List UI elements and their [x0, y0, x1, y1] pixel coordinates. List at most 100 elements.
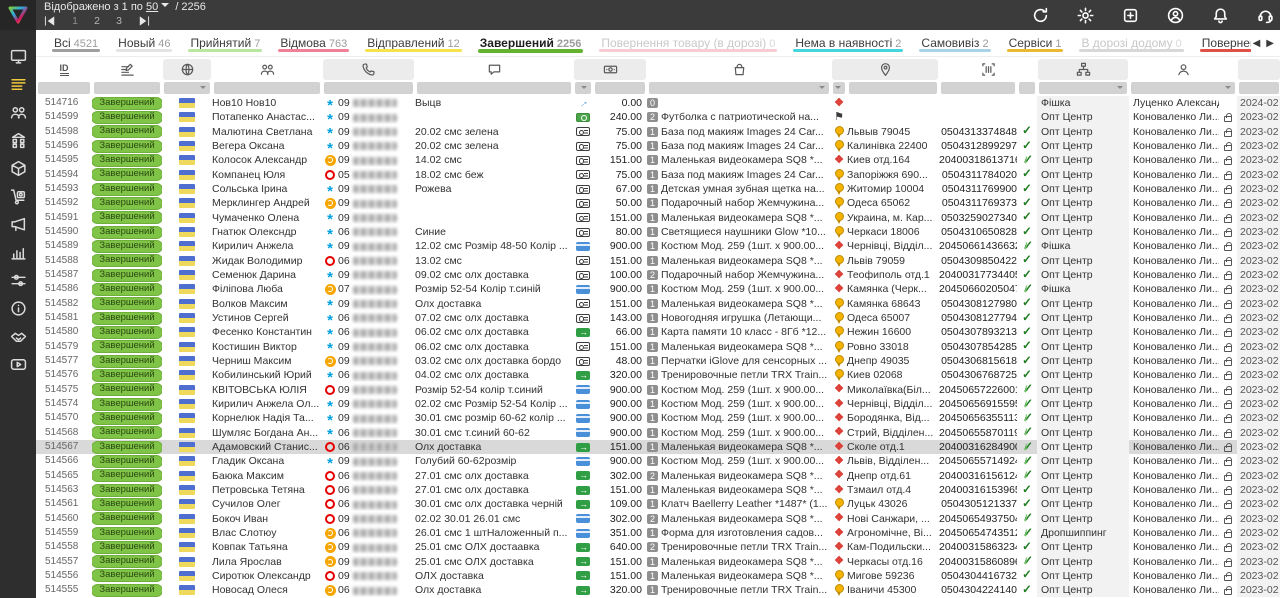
products-bag-icon[interactable] — [648, 59, 830, 80]
id-icon[interactable]: ID — [37, 59, 91, 80]
phone-icon[interactable] — [323, 59, 414, 80]
page-number-1[interactable]: 1 — [71, 15, 79, 27]
filter-amount-input[interactable] — [595, 82, 645, 94]
monitor-icon[interactable] — [0, 42, 36, 70]
last-page-icon[interactable] — [137, 16, 150, 26]
table-row[interactable]: 514589 Завершений Кирилич Анжела * 09 12… — [36, 239, 1280, 253]
stats-chart-icon[interactable] — [0, 238, 36, 266]
location-pin-icon[interactable] — [832, 59, 938, 80]
filter-id-input[interactable] — [38, 82, 90, 94]
refresh-icon[interactable] — [1032, 7, 1049, 24]
filter-phone-input[interactable] — [324, 82, 413, 94]
table-row[interactable]: 514593 Завершений Сольська Ірина * 09 Ро… — [36, 182, 1280, 196]
per-page-select[interactable]: 50 — [146, 1, 172, 13]
video-tutorials-icon[interactable] — [0, 350, 36, 378]
table-row[interactable]: 514586 Завершений Філіпова Люба 07 Розмі… — [36, 282, 1280, 296]
settings-sliders-icon[interactable] — [0, 266, 36, 294]
table-row[interactable]: 514565 Завершений Баюка Максим 06 27.01 … — [36, 469, 1280, 483]
partners-handshake-icon[interactable] — [0, 322, 36, 350]
table-row[interactable]: 514566 Завершений Гладик Оксана * 09 Гол… — [36, 454, 1280, 468]
bell-icon[interactable] — [1212, 7, 1229, 24]
table-row[interactable]: 514559 Завершений Влас Слотюу 06 26.01 с… — [36, 526, 1280, 540]
table-row[interactable]: 514558 Завершений Ковпак Татьяна 09 25.0… — [36, 540, 1280, 554]
filter-manager-select[interactable] — [1131, 82, 1235, 94]
page-number-3[interactable]: 3 — [115, 15, 123, 27]
status-tab[interactable]: Всі4521 — [44, 30, 108, 56]
status-tab[interactable]: Повернення (завершений)125 — [1192, 30, 1251, 56]
table-row[interactable]: 514568 Завершений Шумляс Богдана Ан... *… — [36, 426, 1280, 440]
table-row[interactable]: 514595 Завершений Колосок Александр 09 1… — [36, 153, 1280, 167]
table-row[interactable]: 514555 Завершений Новосад Олеся 06 Олх д… — [36, 583, 1280, 597]
table-row[interactable]: 514563 Завершений Петровська Тетяна 06 2… — [36, 483, 1280, 497]
table-row[interactable]: 514579 Завершений Костишин Виктор * 09 0… — [36, 340, 1280, 354]
filter-name-input[interactable] — [214, 82, 320, 94]
app-logo[interactable] — [0, 0, 36, 30]
tabs-scroll-right-icon[interactable]: ▶ — [1266, 38, 1274, 49]
filter-funnel-select[interactable] — [1039, 82, 1127, 94]
table-row[interactable]: 514576 Завершений Кобилинський Юрий * 06… — [36, 368, 1280, 382]
info-icon[interactable] — [0, 294, 36, 322]
products-box-icon[interactable] — [0, 154, 36, 182]
table-row[interactable]: 514596 Завершений Вегера Оксана * 09 20.… — [36, 139, 1280, 153]
customers-icon[interactable] — [213, 59, 321, 80]
filter-status-input[interactable] — [94, 82, 160, 94]
filter-payment-select[interactable] — [575, 82, 591, 94]
table-row[interactable]: 514561 Завершений Сучилов Олег 06 30.01 … — [36, 497, 1280, 511]
funnel-sitemap-icon[interactable] — [1038, 59, 1128, 80]
table-row[interactable]: 514577 Завершений Черниш Максим 09 03.02… — [36, 354, 1280, 368]
support-headset-icon[interactable] — [1257, 7, 1274, 24]
status-tab[interactable]: Повернення товару (в дорозі)0 — [591, 30, 785, 56]
add-square-icon[interactable] — [1122, 7, 1139, 24]
filter-globe-select[interactable] — [164, 82, 210, 94]
status-tab[interactable]: В дорозі додому0 — [1071, 30, 1191, 56]
table-row[interactable]: 514716 Завершений Нов10 Нов10 * 09 Выцв … — [36, 96, 1280, 110]
status-tab[interactable]: Самовивіз2 — [911, 30, 998, 56]
filter-carrier-select[interactable] — [833, 82, 845, 94]
status-tab[interactable]: Відмова763 — [270, 30, 357, 56]
table-row[interactable]: 514574 Завершений Кирилич Анжела Ол... *… — [36, 397, 1280, 411]
status-tab[interactable]: Завершений2256 — [470, 30, 592, 56]
filter-comment-input[interactable] — [417, 82, 571, 94]
table-row[interactable]: 514591 Завершений Чумаченко Олена * 09 1… — [36, 211, 1280, 225]
company-structure-icon[interactable] — [0, 126, 36, 154]
status-tab[interactable]: Новый46 — [108, 30, 180, 56]
page-number-2[interactable]: 2 — [93, 15, 101, 27]
status-tab[interactable]: Прийнятий7 — [180, 30, 270, 56]
tabs-scroll-left-icon[interactable]: ◀ — [1253, 38, 1261, 49]
table-row[interactable]: 514582 Завершений Волков Максим * 09 Олх… — [36, 297, 1280, 311]
table-row[interactable]: 514575 Завершений КВІТОВСЬКА ЮЛІЯ 09 Роз… — [36, 383, 1280, 397]
payment-icon[interactable] — [574, 59, 646, 80]
filter-location-input[interactable] — [849, 82, 937, 94]
manager-person-icon[interactable] — [1130, 59, 1236, 80]
table-row[interactable]: 514570 Завершений Корнелюк Надія Та... *… — [36, 411, 1280, 425]
table-row[interactable]: 514560 Завершений Бокоч Иван 09 02.02 30… — [36, 512, 1280, 526]
filter-product-select[interactable] — [649, 82, 829, 94]
user-avatar-icon[interactable] — [1167, 7, 1184, 24]
status-tab[interactable]: Нема в наявності2 — [785, 30, 911, 56]
date-icon[interactable] — [1238, 59, 1280, 80]
filter-check-input[interactable] — [1019, 82, 1035, 94]
table-row[interactable]: 514580 Завершений Фесенко Константин * 0… — [36, 325, 1280, 339]
status-tab[interactable]: Сервіси1 — [999, 30, 1072, 56]
tracking-barcode-icon[interactable] — [940, 59, 1036, 80]
table-row[interactable]: 514599 Завершений Потапенко Анастас... *… — [36, 110, 1280, 124]
table-row[interactable]: 514588 Завершений Жидак Володимир 06 13.… — [36, 254, 1280, 268]
table-row[interactable]: 514567 Завершений Адамовский Станис... 0… — [36, 440, 1280, 454]
table-row[interactable]: 514598 Завершений Малютина Светлана * 09… — [36, 125, 1280, 139]
settings-gear-icon[interactable] — [1077, 7, 1094, 24]
filter-tracking-input[interactable] — [941, 82, 1015, 94]
status-icon[interactable] — [93, 59, 161, 80]
filter-date-input[interactable] — [1239, 82, 1279, 94]
table-row[interactable]: 514556 Завершений Сиротюк Олександр 09 О… — [36, 569, 1280, 583]
status-tab[interactable]: Відправлений12 — [357, 30, 470, 56]
comment-icon[interactable] — [416, 59, 572, 80]
table-row[interactable]: 514557 Завершений Лила Ярослав 09 25.01 … — [36, 555, 1280, 569]
table-row[interactable]: 514581 Завершений Устинов Сергей * 06 07… — [36, 311, 1280, 325]
orders-list-icon[interactable] — [0, 70, 36, 98]
customers-icon[interactable] — [0, 98, 36, 126]
table-row[interactable]: 514592 Завершений Мерклингер Андрей 09 5… — [36, 196, 1280, 210]
table-row[interactable]: 514587 Завершений Семенюк Дарина * 09 09… — [36, 268, 1280, 282]
table-row[interactable]: 514590 Завершений Гнатюк Олексндр * 06 С… — [36, 225, 1280, 239]
marketing-megaphone-icon[interactable] — [0, 210, 36, 238]
globe-icon[interactable] — [163, 59, 211, 80]
